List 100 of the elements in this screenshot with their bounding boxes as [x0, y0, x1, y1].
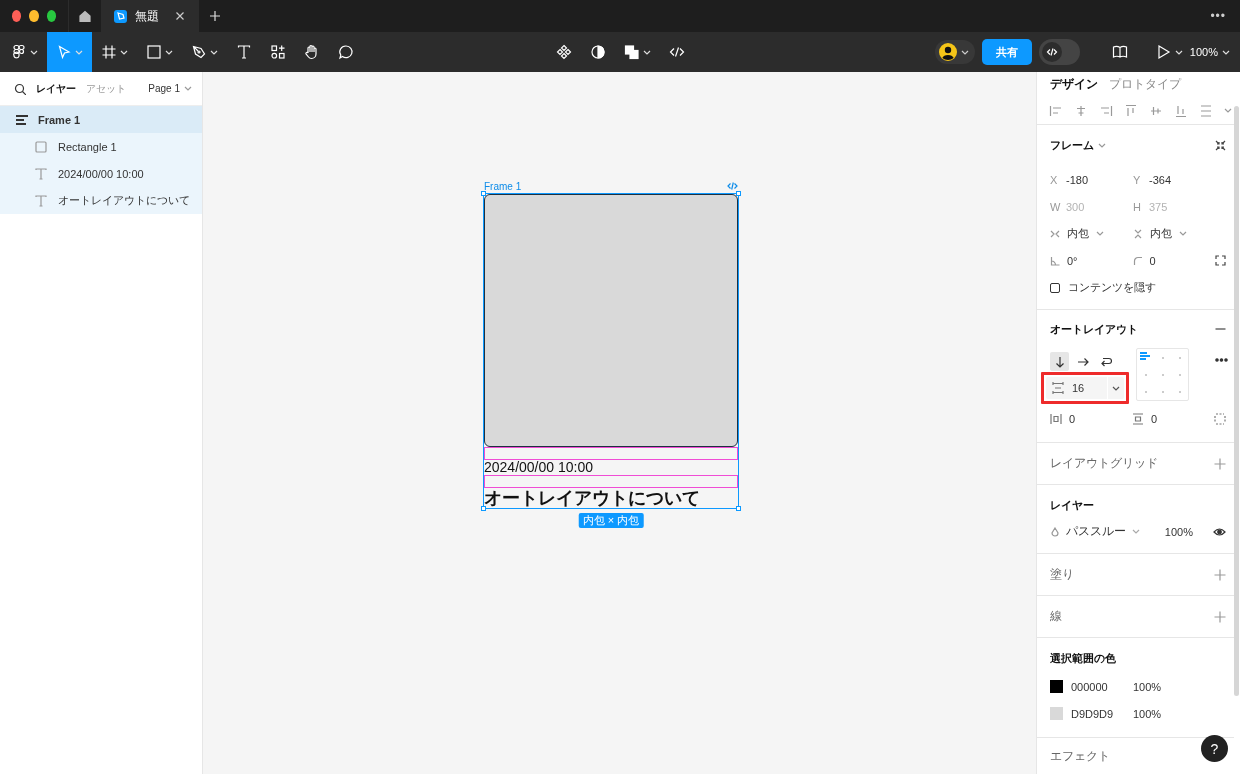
chevron-down-icon — [184, 85, 192, 92]
present-button[interactable] — [1155, 44, 1183, 60]
date-text[interactable]: 2024/00/00 10:00 — [484, 460, 738, 475]
chevron-down-icon — [30, 48, 38, 56]
toolbar-action[interactable] — [556, 44, 572, 60]
x-field[interactable]: -180 — [1066, 173, 1089, 186]
chevron-down-icon — [1096, 230, 1104, 237]
size-badge: 内包 × 内包 — [578, 513, 644, 528]
more-button[interactable]: ••• — [1210, 9, 1226, 23]
horizontal-padding-field[interactable]: 0 — [1069, 412, 1076, 425]
panel-tab[interactable]: レイヤー — [36, 81, 76, 96]
dev-mode-toggle[interactable] — [1038, 39, 1080, 65]
resize-handle[interactable] — [736, 506, 741, 511]
corners-icon[interactable] — [1215, 255, 1226, 266]
overlapping-squares-icon — [624, 44, 640, 60]
zoom-menu[interactable]: 100% — [1189, 46, 1230, 58]
align-icon[interactable] — [1074, 103, 1088, 118]
section-title: オートレイアウト — [1050, 321, 1138, 337]
field-label: H — [1133, 200, 1142, 213]
vertical-resize-icon — [1133, 228, 1143, 239]
corner-radius-icon — [1132, 255, 1143, 266]
gap-field[interactable]: 16 — [1046, 377, 1124, 399]
toolbar-action[interactable] — [624, 44, 651, 60]
field-label: Y — [1133, 173, 1142, 186]
layer-row[interactable]: 2024/00/00 10:00 — [0, 160, 202, 187]
zoom-window-button[interactable] — [46, 10, 56, 22]
align-icon[interactable] — [1174, 103, 1188, 118]
direction-button[interactable] — [1050, 352, 1069, 371]
section-title: エフェクト — [1050, 747, 1110, 765]
field-label: W — [1050, 200, 1059, 213]
resize-handle[interactable] — [736, 191, 741, 196]
chevron-down-icon — [1174, 48, 1183, 56]
section-title: フレーム — [1050, 138, 1094, 153]
title-text[interactable]: オートレイアウトについて — [484, 488, 738, 508]
file-tab[interactable]: 無題 — [102, 0, 199, 32]
color-swatch[interactable] — [1050, 707, 1063, 720]
text-icon — [236, 44, 252, 60]
panel-tab[interactable]: デザイン — [1050, 76, 1098, 94]
blend-mode-select[interactable]: パススルー — [1066, 523, 1126, 540]
square-icon — [33, 138, 49, 155]
text-icon — [33, 165, 49, 182]
checkbox[interactable] — [1050, 282, 1060, 293]
chevron-down-icon — [1222, 48, 1230, 56]
chevron-down-icon[interactable] — [1224, 107, 1232, 115]
vertical-padding-field[interactable]: 0 — [1151, 412, 1158, 425]
speech-bubble-icon — [338, 44, 354, 60]
resize-handle[interactable] — [481, 191, 486, 196]
layer-name: Rectangle 1 — [58, 140, 117, 153]
close-window-button[interactable] — [12, 10, 22, 22]
layer-row[interactable]: オートレイアウトについて — [0, 187, 202, 214]
text-icon — [33, 192, 49, 209]
close-icon[interactable] — [175, 11, 185, 21]
eye-icon[interactable] — [1213, 526, 1226, 537]
rotation-field[interactable]: 0° — [1067, 254, 1078, 267]
color-opacity[interactable]: 100% — [1133, 680, 1162, 693]
search-icon[interactable] — [14, 82, 26, 95]
color-swatch[interactable] — [1050, 680, 1063, 693]
align-icon[interactable] — [1124, 103, 1138, 118]
y-field[interactable]: -364 — [1149, 173, 1172, 186]
opacity-field[interactable]: 100% — [1164, 525, 1193, 538]
layer-row[interactable]: Frame 1 — [0, 106, 202, 133]
layer-row[interactable]: Rectangle 1 — [0, 133, 202, 160]
color-opacity[interactable]: 100% — [1133, 707, 1162, 720]
section-title: 線 — [1050, 608, 1062, 625]
drop-icon — [1050, 526, 1060, 537]
minimize-window-button[interactable] — [29, 10, 39, 22]
panel-tab[interactable]: プロトタイプ — [1109, 76, 1181, 94]
radius-field[interactable]: 0 — [1149, 254, 1156, 267]
code-icon[interactable] — [727, 181, 738, 191]
chevron-down-icon — [1179, 230, 1187, 237]
more-options-icon[interactable] — [1215, 358, 1228, 362]
resize-handle[interactable] — [481, 506, 486, 511]
section-title: 選択範囲の色 — [1050, 651, 1116, 666]
page-selector[interactable]: Page 1 — [148, 83, 192, 94]
collapse-arrows-icon[interactable] — [1215, 140, 1226, 151]
help-button[interactable]: ? — [1201, 735, 1228, 762]
toolbar-action[interactable] — [590, 44, 606, 60]
chevron-down-icon — [960, 48, 969, 56]
height-mode-select[interactable]: 内包 — [1150, 226, 1172, 241]
width-mode-select[interactable]: 内包 — [1067, 226, 1089, 241]
chevron-down-icon — [165, 48, 173, 56]
dots-icon — [1215, 358, 1228, 362]
color-hex[interactable]: D9D9D9 — [1071, 707, 1133, 720]
chevron-down-icon — [120, 48, 128, 56]
arrow-down-icon — [1053, 355, 1066, 368]
chevron-down-icon[interactable] — [1098, 142, 1106, 149]
shapes-plus-icon — [270, 44, 286, 60]
book-icon[interactable] — [1111, 44, 1128, 60]
home-icon[interactable] — [78, 9, 92, 23]
play-icon — [1155, 44, 1172, 60]
align-icon[interactable] — [1099, 103, 1113, 118]
align-icon[interactable] — [1049, 103, 1063, 118]
spacing-icon — [1052, 382, 1064, 394]
color-hex[interactable]: 000000 — [1071, 680, 1133, 693]
chevron-down-icon — [75, 48, 83, 56]
avatar-icon — [938, 43, 957, 61]
layer-name: Frame 1 — [38, 113, 81, 126]
user-menu[interactable] — [934, 40, 975, 64]
rectangle-icon — [146, 44, 162, 60]
align-top-left-icon[interactable] — [1140, 352, 1152, 361]
